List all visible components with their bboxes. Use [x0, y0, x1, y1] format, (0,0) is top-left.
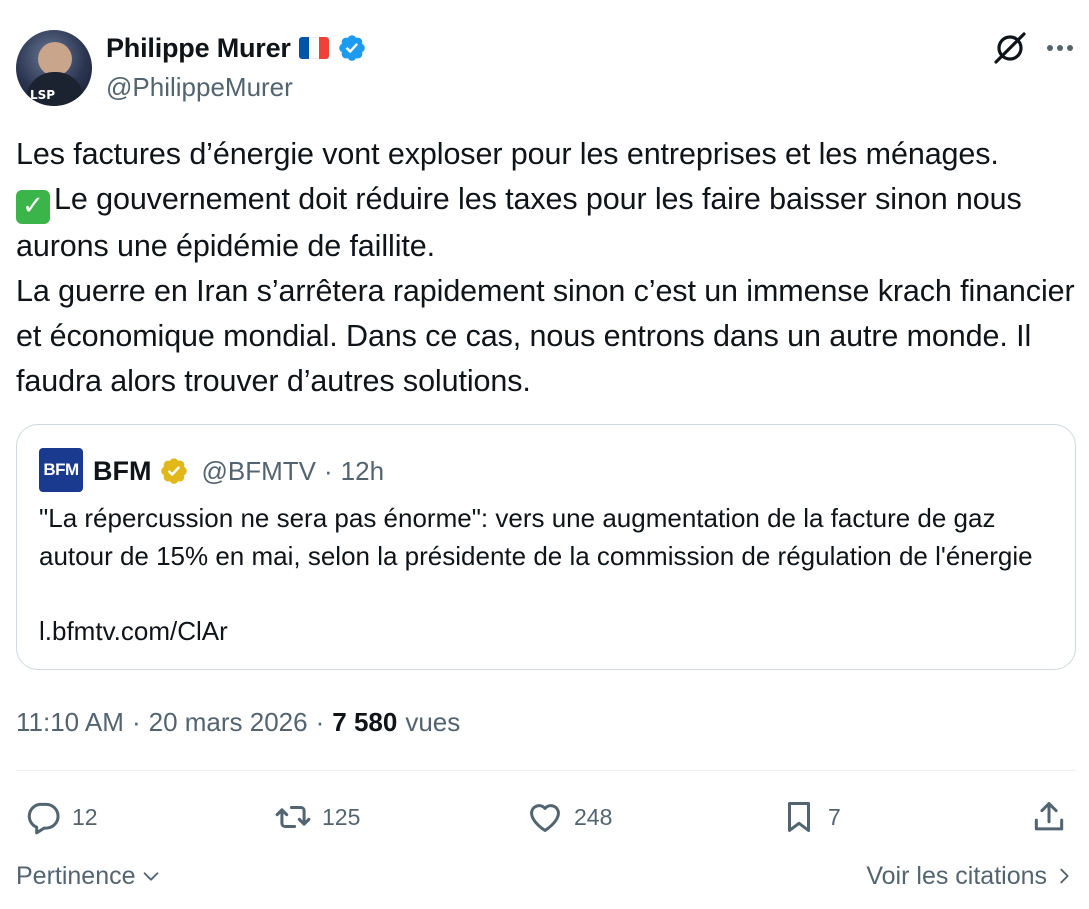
share-button[interactable] — [1030, 796, 1068, 838]
avatar-caption: LSP — [30, 88, 56, 102]
quoted-text: "La répercussion ne sera pas énorme": ve… — [39, 503, 1033, 571]
quoted-tweet[interactable]: BFM BFM @BFMTV · 12h "La répercussion ne… — [16, 424, 1076, 670]
quoted-link[interactable]: l.bfmtv.com/ClAr — [39, 613, 228, 651]
tweet-time[interactable]: 11:10 AM — [16, 707, 124, 738]
check-emoji-icon: ✓ — [16, 189, 50, 224]
view-quotes-link[interactable]: Voir les citations — [866, 856, 1075, 896]
bookmark-icon — [787, 802, 811, 832]
grok-icon[interactable] — [992, 30, 1028, 66]
like-icon — [530, 804, 560, 832]
author-display-name[interactable]: Philippe Murer — [106, 33, 291, 64]
reply-count: 12 — [72, 803, 98, 830]
repost-count: 125 — [322, 803, 361, 830]
quoted-time[interactable]: 12h — [341, 456, 384, 487]
share-icon — [1034, 802, 1064, 831]
sort-label: Pertinence — [16, 861, 136, 890]
reply-icon — [27, 802, 60, 835]
verified-badge-icon[interactable] — [337, 33, 367, 63]
more-icon[interactable] — [1044, 34, 1076, 62]
repost-icon — [275, 805, 311, 829]
chevron-right-icon — [1060, 868, 1069, 884]
chevron-down-icon — [143, 872, 158, 881]
tweet-meta: 11:10 AM · 20 mars 2026 · 7 580 vues — [16, 702, 460, 742]
tweet-text: Les factures d’énergie vont exploser pou… — [16, 132, 1081, 404]
author-handle[interactable]: @PhilippeMurer — [106, 72, 293, 103]
avatar[interactable]: LSP — [16, 30, 92, 106]
like-count: 248 — [574, 803, 613, 830]
meta-separator: · — [131, 706, 141, 737]
bookmark-button[interactable]: 7 — [780, 796, 841, 838]
tweet-line-1: Les factures d’énergie vont exploser pou… — [16, 137, 999, 171]
quoted-separator: · — [323, 455, 333, 486]
views-count: 7 580 — [332, 706, 398, 737]
view-quotes-label: Voir les citations — [866, 861, 1047, 890]
divider — [16, 770, 1076, 771]
bookmark-count: 7 — [828, 803, 841, 830]
repost-button[interactable]: 125 — [274, 796, 360, 838]
meta-separator: · — [315, 706, 325, 737]
tweet-line-3: La guerre en Iran s’arrêtera rapidement … — [16, 273, 1075, 398]
bfm-logo[interactable]: BFM — [39, 448, 83, 492]
like-button[interactable]: 248 — [526, 796, 612, 838]
tweet-line-2: Le gouvernement doit réduire les taxes p… — [16, 182, 1022, 263]
gold-verified-badge-icon[interactable] — [159, 456, 189, 486]
quoted-tweet-header: BFM @BFMTV · 12h — [93, 451, 384, 491]
author-name-row: Philippe Murer — [106, 30, 367, 66]
sort-dropdown[interactable]: Pertinence — [16, 856, 162, 896]
tweet-date[interactable]: 20 mars 2026 — [149, 707, 308, 738]
quoted-author-name[interactable]: BFM — [93, 456, 151, 487]
views-label: vues — [405, 706, 461, 737]
france-flag-icon — [298, 37, 329, 59]
quoted-author-handle[interactable]: @BFMTV — [201, 456, 316, 487]
reply-button[interactable]: 12 — [24, 796, 98, 838]
avatar-face — [38, 42, 72, 76]
